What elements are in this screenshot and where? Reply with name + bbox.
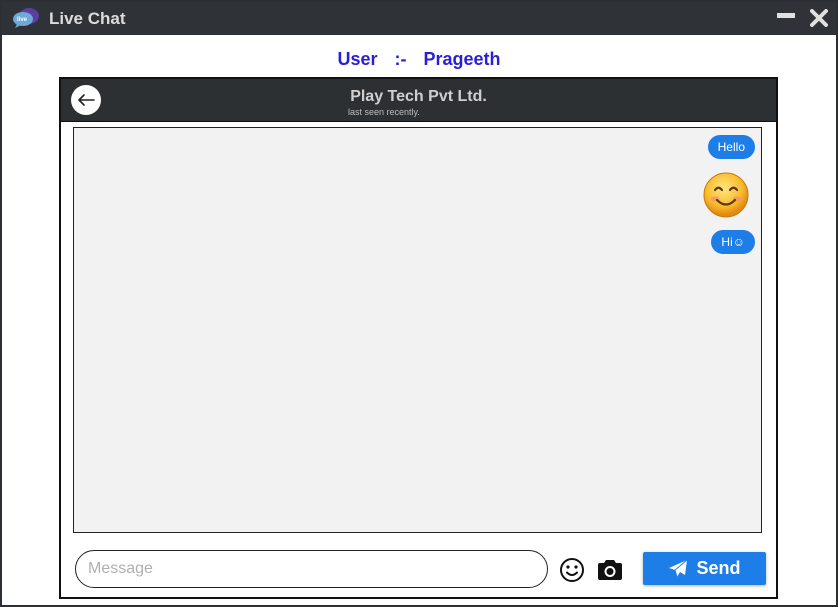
live-chat-window: live Live Chat User :- Prageeth Play Tec…	[0, 0, 838, 607]
user-separator: :-	[394, 49, 407, 69]
close-icon	[810, 9, 828, 27]
message-list[interactable]: Hello Hi☺	[73, 127, 762, 533]
paper-plane-icon	[669, 559, 688, 577]
chat-panel: Play Tech Pvt Ltd. last seen recently. H…	[59, 77, 778, 599]
user-name: Prageeth	[423, 49, 501, 69]
send-label: Send	[696, 558, 741, 578]
contact-name: Play Tech Pvt Ltd.	[350, 88, 487, 105]
send-button[interactable]: Send	[643, 552, 766, 585]
chat-header: Play Tech Pvt Ltd. last seen recently.	[61, 79, 776, 122]
message-input[interactable]	[75, 550, 548, 588]
window-title: Live Chat	[49, 9, 126, 28]
chat-bubbles-icon: live	[13, 8, 39, 28]
user-line: User :- Prageeth	[2, 49, 836, 70]
camera-icon[interactable]	[596, 557, 624, 583]
message-bubble[interactable]: Hello	[707, 135, 755, 159]
title-bar[interactable]: live Live Chat	[2, 2, 836, 35]
user-label: User	[337, 49, 378, 69]
close-button[interactable]	[807, 6, 831, 30]
message-bubble[interactable]: Hi☺	[711, 230, 755, 254]
minimize-button[interactable]	[774, 6, 798, 30]
smiling-face-emoji[interactable]	[703, 172, 749, 218]
smiley-icon[interactable]	[559, 557, 585, 583]
contact-status: last seen recently.	[348, 107, 420, 117]
composer-bar: Send	[61, 545, 776, 595]
svg-text:live: live	[17, 17, 28, 23]
minimize-icon	[777, 12, 795, 18]
